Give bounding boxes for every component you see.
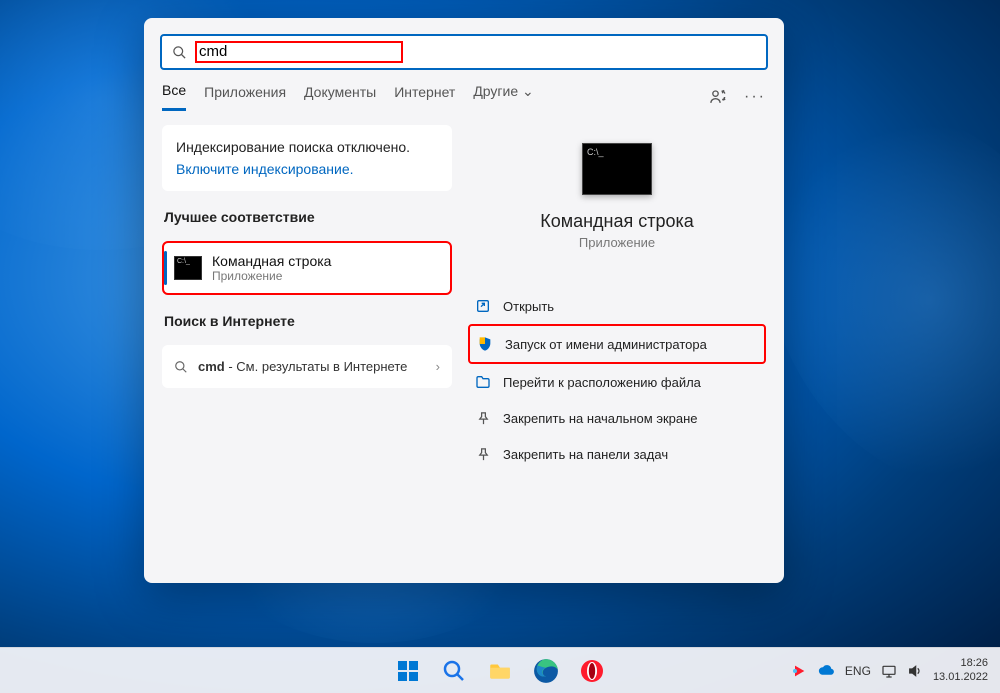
tab-internet[interactable]: Интернет [394, 84, 455, 110]
result-title: Командная строка [212, 253, 331, 269]
profile-sync-icon[interactable] [708, 87, 728, 107]
chevron-right-icon: › [436, 359, 440, 374]
search-input[interactable] [199, 43, 398, 60]
pin-icon [474, 445, 492, 463]
section-web: Поиск в Интернете [164, 313, 452, 329]
tray-date: 13.01.2022 [933, 671, 988, 684]
web-term: cmd [198, 359, 225, 374]
opera-button[interactable] [572, 651, 612, 691]
preview-title: Командная строка [540, 211, 694, 232]
enable-indexing-link[interactable]: Включите индексирование. [176, 161, 438, 177]
preview-pane: C:\_ Командная строка Приложение Открыть… [468, 125, 766, 565]
section-best-match: Лучшее соответствие [164, 209, 452, 225]
tab-documents[interactable]: Документы [304, 84, 376, 110]
tab-all[interactable]: Все [162, 82, 186, 111]
search-bar[interactable] [160, 34, 768, 70]
best-match-result[interactable]: C:\_ Командная строка Приложение [162, 241, 452, 295]
tab-apps[interactable]: Приложения [204, 84, 286, 110]
cmd-icon: C:\_ [174, 256, 202, 280]
search-icon [172, 45, 187, 60]
shield-icon [476, 335, 494, 353]
preview-subtitle: Приложение [579, 235, 655, 250]
taskbar: ENG 18:26 13.01.2022 [0, 647, 1000, 693]
search-icon [174, 360, 188, 374]
action-open-location[interactable]: Перейти к расположению файла [468, 364, 766, 400]
action-label: Закрепить на панели задач [503, 447, 668, 462]
edge-button[interactable] [526, 651, 566, 691]
language-indicator[interactable]: ENG [845, 664, 871, 678]
filter-tabs: Все Приложения Документы Интернет Другие… [144, 70, 784, 111]
web-search-result[interactable]: cmd - См. результаты в Интернете › [162, 345, 452, 388]
search-panel: Все Приложения Документы Интернет Другие… [144, 18, 784, 583]
tray-app-icon[interactable] [791, 663, 807, 679]
system-tray: ENG 18:26 13.01.2022 [791, 657, 988, 683]
cmd-icon-large: C:\_ [582, 143, 652, 195]
action-run-as-admin[interactable]: Запуск от имени администратора [468, 324, 766, 364]
action-label: Открыть [503, 299, 554, 314]
chevron-down-icon: ⌄ [522, 83, 534, 99]
indexing-notice: Индексирование поиска отключено. Включит… [162, 125, 452, 191]
result-subtitle: Приложение [212, 269, 331, 283]
network-icon[interactable] [881, 663, 897, 679]
clock[interactable]: 18:26 13.01.2022 [933, 657, 988, 683]
taskbar-search-button[interactable] [434, 651, 474, 691]
search-input-highlight [195, 41, 403, 63]
start-button[interactable] [388, 651, 428, 691]
folder-icon [474, 373, 492, 391]
tab-more[interactable]: Другие ⌄ [473, 83, 533, 110]
web-suffix: - См. результаты в Интернете [225, 359, 408, 374]
action-label: Закрепить на начальном экране [503, 411, 698, 426]
pin-icon [474, 409, 492, 427]
indexing-message: Индексирование поиска отключено. [176, 139, 438, 155]
more-options-icon[interactable]: ··· [744, 88, 766, 106]
file-explorer-button[interactable] [480, 651, 520, 691]
action-label: Запуск от имени администратора [505, 337, 707, 352]
volume-icon[interactable] [907, 663, 923, 679]
action-open[interactable]: Открыть [468, 288, 766, 324]
action-pin-taskbar[interactable]: Закрепить на панели задач [468, 436, 766, 472]
action-pin-start[interactable]: Закрепить на начальном экране [468, 400, 766, 436]
onedrive-icon[interactable] [817, 662, 835, 680]
action-label: Перейти к расположению файла [503, 375, 701, 390]
tray-time: 18:26 [960, 657, 988, 670]
open-icon [474, 297, 492, 315]
